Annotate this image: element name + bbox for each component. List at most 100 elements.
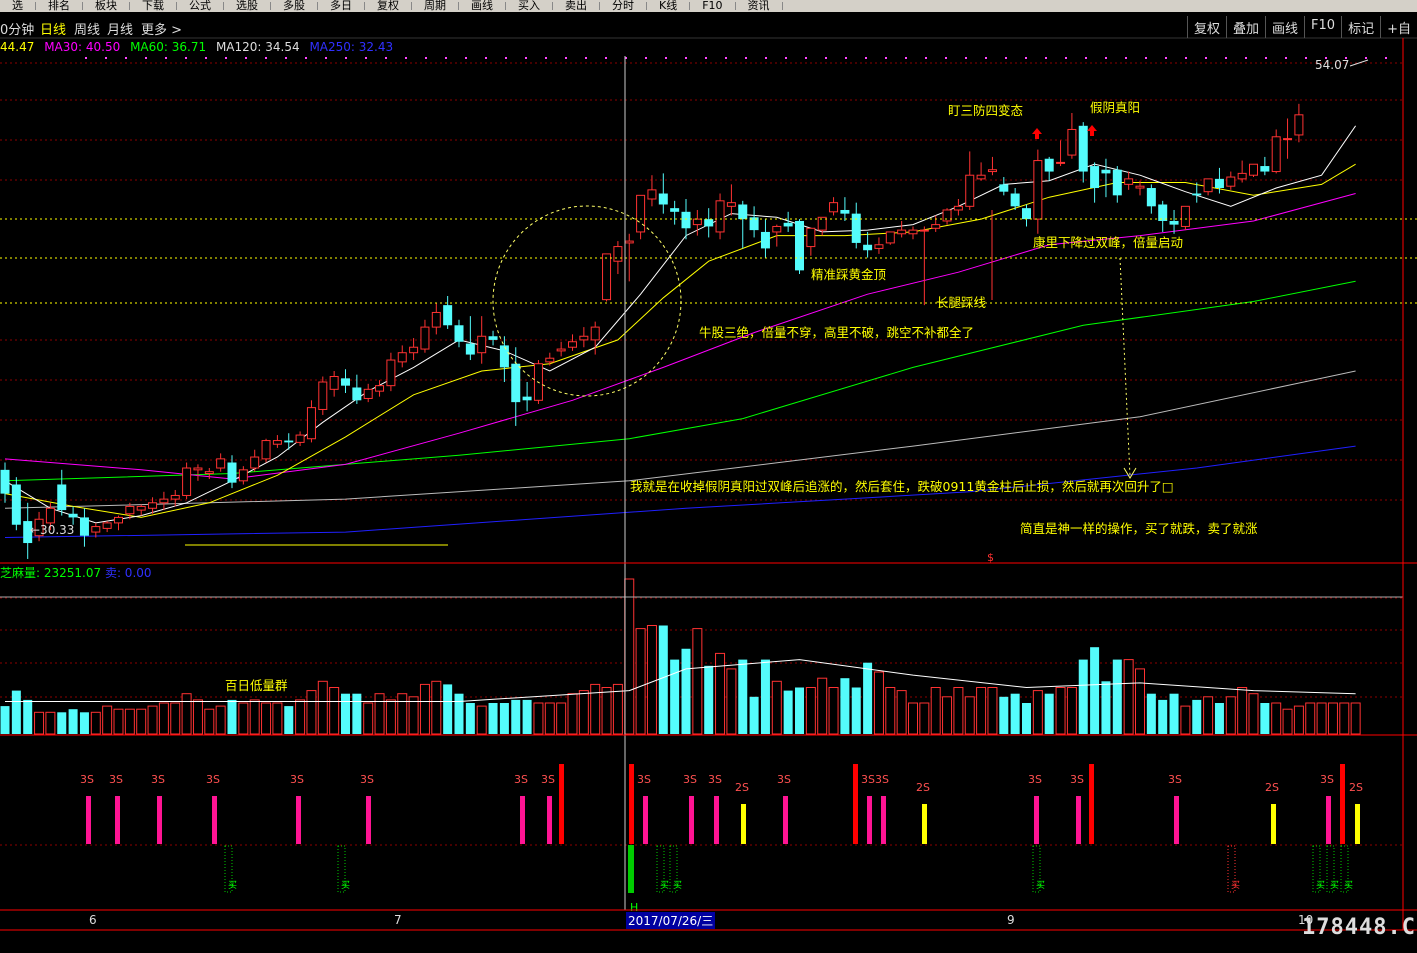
candle-body-up [1203,178,1213,193]
tool-button-1[interactable]: 叠加 [1226,16,1265,38]
price-low-label: ←30.33 [30,523,75,537]
candle [295,431,305,447]
volume-bar [601,687,612,735]
candle-body-up [363,388,373,399]
signal-bar-yellow [922,804,927,844]
candle-body-up [1237,172,1247,180]
candle [250,449,260,472]
top-dot-marker [845,57,847,59]
buy-label: 买 [1036,880,1045,891]
tool-button-0[interactable]: 复权 [1187,16,1226,38]
up-arrow-2 [1087,125,1097,136]
tab-minute[interactable]: 0分钟 [0,19,34,38]
menu-item-13[interactable]: 分时 [600,0,647,11]
candle-body-up [726,202,736,207]
menu-item-5[interactable]: 选股 [224,0,271,11]
current-date-label: 2017/07/26/三 [626,912,716,929]
signal-label-3s: 3S [541,773,555,786]
volume-bar [45,711,56,735]
volume-bar [431,680,442,735]
volume-value: 芝麻量: 23251.07 [0,566,102,580]
candle [738,200,748,249]
candle [1090,162,1100,203]
tool-button-2[interactable]: 画线 [1265,16,1304,38]
menu-item-6[interactable]: 多股 [271,0,318,11]
tab-more[interactable]: 更多 > [141,19,182,38]
candle [488,330,498,346]
menu-item-9[interactable]: 周期 [412,0,459,11]
top-dot-marker [1205,57,1207,59]
menu-item-8[interactable]: 复权 [365,0,412,11]
candle-body-down [1146,188,1156,207]
volume-bar [0,706,10,734]
signal-bar-pink [867,796,872,844]
volume-bar [1010,693,1020,734]
candle [318,376,328,415]
signal-bar-yellow [1355,804,1360,844]
volume-bar [499,703,509,734]
candle-body-up [636,194,646,233]
candle-body-up [420,326,430,350]
volume-bar [692,628,703,735]
tab-daily[interactable]: 日线 [40,19,66,38]
menu-item-11[interactable]: 买入 [506,0,553,11]
menu-item-3[interactable]: 下载 [130,0,177,11]
top-dot-marker [725,57,727,59]
candle-body-up [613,246,623,262]
menu-item-1[interactable]: 排名 [36,0,83,11]
candle [193,464,203,481]
menu-item-7[interactable]: 多日 [318,0,365,11]
signal-bar-red [629,764,634,844]
volume-bar [488,703,498,734]
top-dot-marker [225,57,227,59]
candle-body-up [590,326,600,341]
ma-head-value: 44.47 [0,40,35,54]
menu-item-14[interactable]: K线 [647,0,691,11]
signal-bar-yellow [741,804,746,844]
candle-body-up [579,335,589,341]
volume-bar [851,687,861,734]
tab-weekly[interactable]: 周线 [74,19,100,38]
tab-monthly[interactable]: 月线 [107,19,133,38]
menu-item-2[interactable]: 板块 [83,0,130,11]
candle [1249,163,1258,178]
candle [182,462,192,500]
volume-bar [238,702,249,735]
candle [851,202,861,249]
tool-button-5[interactable]: +自 [1380,16,1417,38]
up-arrow-1 [1032,128,1042,139]
candle-body-up [375,385,385,392]
menu-item-12[interactable]: 卖出 [553,0,600,11]
top-dot-marker [285,57,287,59]
candle-body-down [999,184,1009,192]
annotation-3: 精准踩黄金顶 [811,267,887,282]
tool-button-4[interactable]: 标记 [1341,16,1380,38]
candle-body-up [885,231,895,244]
top-dot-marker [925,57,927,59]
candle [57,469,67,516]
top-dot-marker [1165,57,1167,59]
volume-bar [930,687,941,735]
menu-item-4[interactable]: 公式 [177,0,224,11]
volume-bar [158,702,169,735]
candle [885,231,895,245]
volume-bar [840,678,850,734]
candle [1237,160,1247,183]
menu-item-16[interactable]: 资讯 [736,0,783,11]
menu-item-0[interactable]: 选 [0,0,36,11]
volume-bar [215,705,226,735]
volume-bar [976,687,987,735]
candle-body-up [431,311,441,328]
tool-button-3[interactable]: F10 [1304,16,1341,38]
menu-item-10[interactable]: 画线 [459,0,506,11]
volume-bar [885,687,896,735]
candle-body-up [159,498,169,504]
volume-bar [1248,693,1259,735]
signal-bar-pink [689,796,694,844]
volume-bar [249,699,260,735]
dotted-arrow [1119,257,1131,477]
signal-bar-red [1340,764,1345,844]
candle-body-up [148,502,158,509]
menu-item-15[interactable]: F10 [690,0,736,11]
candle [136,504,146,516]
